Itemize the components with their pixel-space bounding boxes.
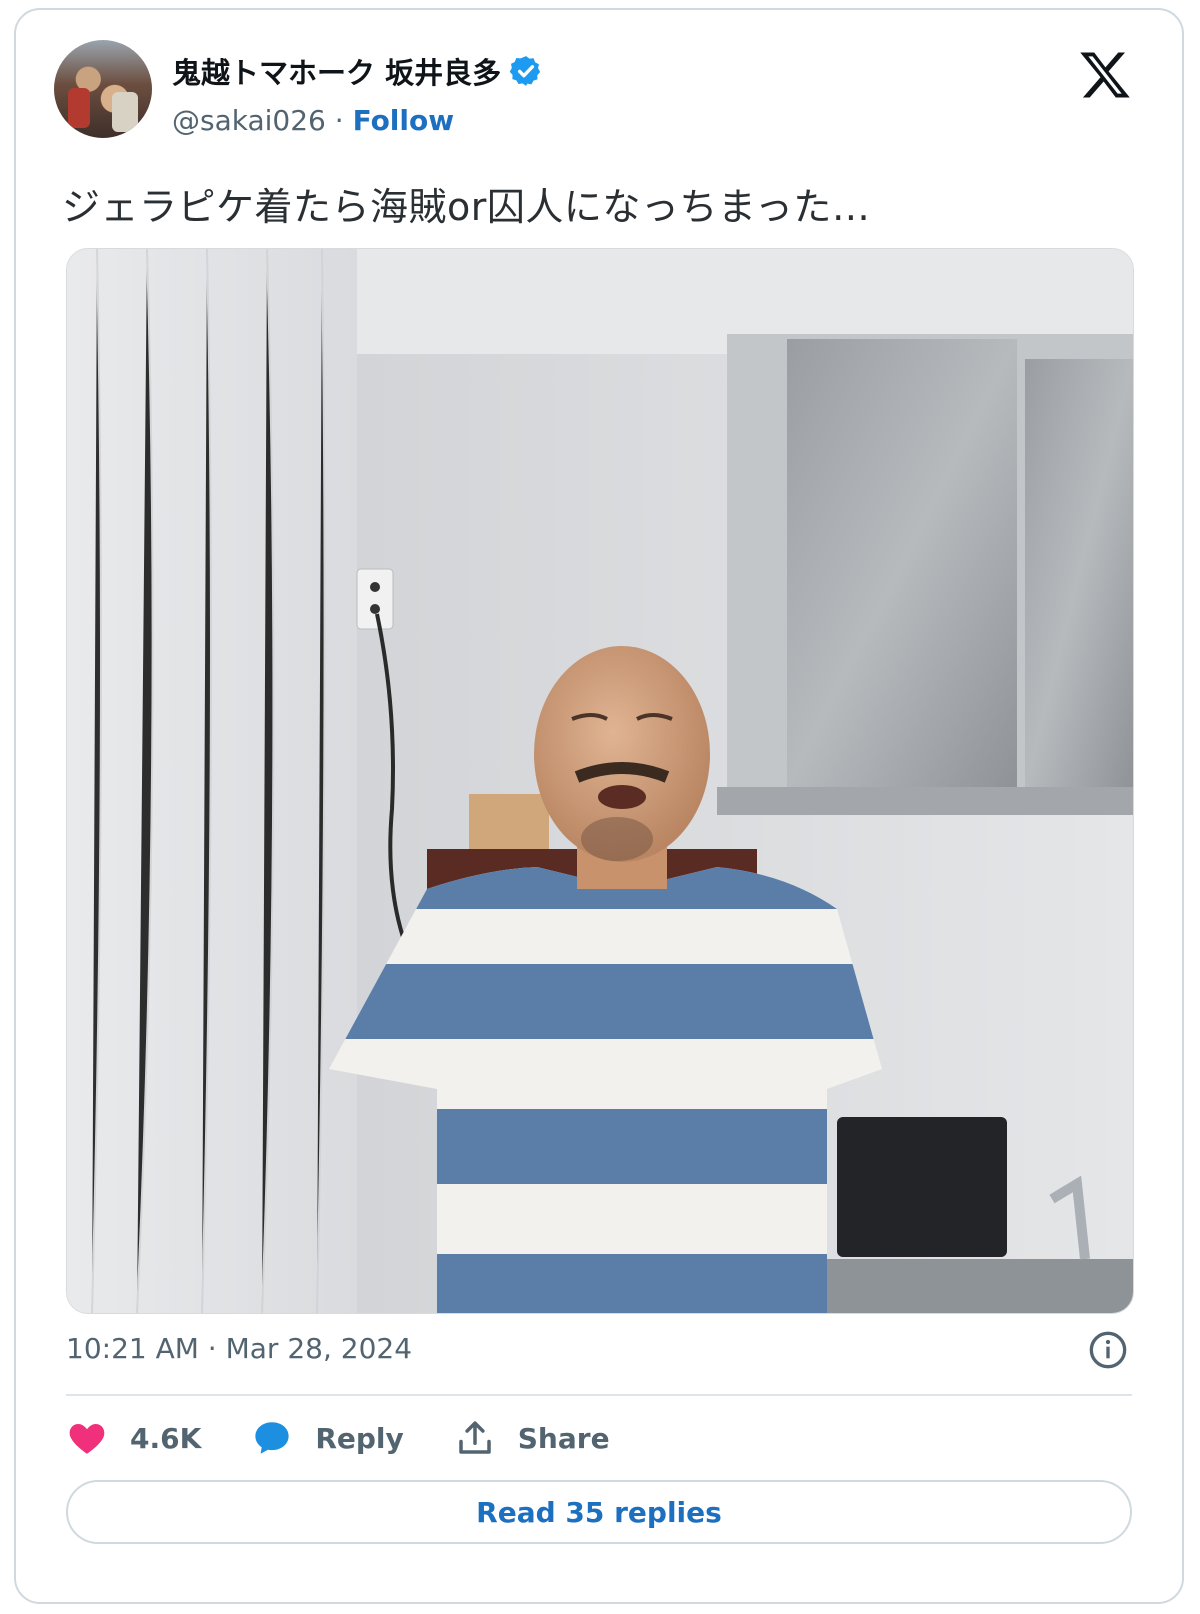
reply-button[interactable]: Reply (251, 1417, 404, 1459)
share-button[interactable]: Share (454, 1417, 610, 1459)
tweet-text: ジェラピケ着たら海賊or囚人になっちまった… (62, 185, 871, 229)
tweet-photo[interactable] (66, 248, 1134, 1314)
divider (66, 1394, 1132, 1396)
avatar-figure-right (112, 92, 138, 132)
tweet-actions: 4.6K Reply Share (66, 1414, 660, 1462)
like-count: 4.6K (130, 1421, 202, 1455)
tweet-card: 鬼越トマホーク 坂井良多 @sakai026 · Follow ジェラピケ着たら… (14, 8, 1184, 1604)
x-logo-icon[interactable] (1078, 50, 1132, 100)
info-icon[interactable] (1088, 1330, 1128, 1370)
heart-icon (69, 1424, 105, 1454)
photo-man-striped-shirt (67, 249, 1133, 1313)
reply-bubble-icon (255, 1422, 289, 1454)
like-button[interactable]: 4.6K (66, 1417, 201, 1459)
tweet-timestamp[interactable]: 10:21 AM · Mar 28, 2024 (66, 1332, 412, 1365)
author-display-name[interactable]: 鬼越トマホーク 坂井良多 (172, 50, 501, 92)
author-handle-row: @sakai026 · Follow (172, 104, 454, 137)
reply-label: Reply (315, 1421, 404, 1455)
read-replies-label: Read 35 replies (476, 1495, 722, 1529)
verified-badge-icon (509, 56, 541, 86)
follow-button[interactable]: Follow (353, 104, 455, 137)
author-name-row: 鬼越トマホーク 坂井良多 (172, 50, 543, 92)
read-replies-button[interactable]: Read 35 replies (66, 1480, 1132, 1544)
author-handle[interactable]: @sakai026 (172, 104, 326, 137)
share-label: Share (517, 1421, 610, 1455)
share-icon (459, 1421, 491, 1454)
avatar-figure-left (68, 88, 90, 128)
author-avatar[interactable] (54, 40, 152, 138)
handle-separator: · (334, 104, 344, 137)
